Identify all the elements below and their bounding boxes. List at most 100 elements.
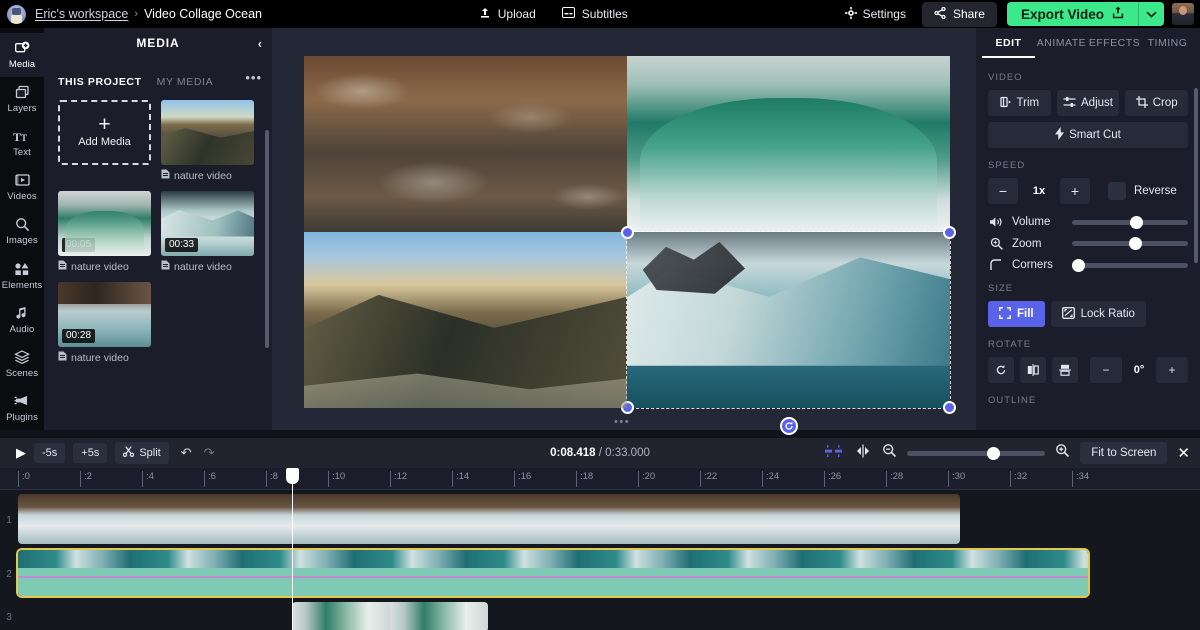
- rotate-increase-button[interactable]: +: [1156, 357, 1188, 383]
- split-button[interactable]: Split: [115, 442, 169, 464]
- corners-slider-track[interactable]: [1072, 258, 1188, 272]
- reverse-checkbox[interactable]: [1108, 182, 1126, 200]
- media-name-row: nature video: [58, 260, 151, 273]
- rail-label-plugins: Plugins: [6, 411, 38, 423]
- snap-markers-icon[interactable]: [824, 444, 844, 463]
- rail-item-scenes[interactable]: Scenes: [0, 342, 44, 386]
- properties-panel-scrollbar[interactable]: [1194, 88, 1198, 263]
- adjust-button[interactable]: Adjust: [1056, 90, 1120, 116]
- flip-horizontal-button[interactable]: [1020, 357, 1046, 383]
- rail-item-audio[interactable]: Audio: [0, 298, 44, 342]
- rail-item-videos[interactable]: Videos: [0, 165, 44, 209]
- redo-button[interactable]: ↷: [204, 445, 215, 461]
- media-name-row: nature video: [58, 351, 151, 364]
- timeline-clip[interactable]: [18, 494, 960, 544]
- properties-panel: EDIT ANIMATE EFFECTS TIMING VIDEO Trim A…: [976, 28, 1200, 430]
- flip-vertical-button[interactable]: [1052, 357, 1078, 383]
- rotate-handle[interactable]: [779, 417, 798, 435]
- back-5s-button[interactable]: -5s: [34, 443, 66, 463]
- snap-toggle-icon[interactable]: [854, 444, 872, 463]
- rail-item-plugins[interactable]: Plugins: [0, 386, 44, 430]
- media-thumbnail[interactable]: 00:28: [58, 282, 151, 347]
- share-button[interactable]: Share: [921, 1, 997, 27]
- playhead-handle[interactable]: [286, 468, 299, 484]
- workspace-avatar[interactable]: [7, 4, 26, 24]
- ruler-tick: :4: [141, 471, 154, 487]
- canvas-clip-bottom-right[interactable]: [627, 232, 950, 408]
- tab-edit[interactable]: EDIT: [982, 37, 1035, 58]
- timeline-zoom-knob[interactable]: [986, 446, 1000, 460]
- trim-button[interactable]: Trim: [988, 90, 1051, 116]
- rail-item-text[interactable]: TT Text: [0, 121, 44, 165]
- timeline-clip-selected[interactable]: [16, 548, 1090, 598]
- ruler-tick: :0: [18, 471, 30, 487]
- smart-cut-button[interactable]: Smart Cut: [988, 122, 1188, 148]
- canvas-clip-bottom-left[interactable]: [304, 232, 627, 408]
- canvas-clip-top-right[interactable]: [627, 56, 950, 232]
- timeline-track-1: 1: [0, 494, 1200, 546]
- rail-label-videos: Videos: [7, 191, 37, 203]
- canvas-clip-top-left[interactable]: [304, 56, 627, 232]
- speed-decrease-button[interactable]: −: [988, 178, 1018, 204]
- rotate-clockwise-button[interactable]: [988, 357, 1014, 383]
- user-avatar[interactable]: [1172, 3, 1194, 25]
- play-button[interactable]: ▶: [16, 445, 26, 461]
- volume-slider-knob[interactable]: [1129, 215, 1143, 229]
- section-label-size: SIZE: [988, 283, 1014, 294]
- undo-button[interactable]: ↶: [181, 445, 192, 461]
- media-panel-more-icon[interactable]: •••: [245, 70, 262, 85]
- preview-stage: •••: [272, 28, 976, 435]
- music-note-icon: [16, 305, 28, 321]
- crop-button[interactable]: Crop: [1125, 90, 1189, 116]
- rail-item-media[interactable]: Media: [0, 33, 44, 78]
- media-thumbnail[interactable]: 00:33: [161, 191, 254, 256]
- media-thumbnail[interactable]: 00:20: [161, 100, 254, 165]
- rotate-decrease-button[interactable]: −: [1090, 357, 1122, 383]
- media-panel-scrollbar[interactable]: [265, 130, 269, 348]
- zoom-out-icon[interactable]: [882, 443, 897, 463]
- media-thumbnail[interactable]: 00:05: [58, 191, 151, 256]
- media-item: 00:33 nature video: [161, 191, 254, 273]
- timeline-clip[interactable]: [292, 602, 488, 630]
- lock-ratio-button[interactable]: Lock Ratio: [1050, 301, 1146, 327]
- tab-effects[interactable]: EFFECTS: [1088, 37, 1141, 58]
- tab-this-project[interactable]: THIS PROJECT: [58, 76, 142, 88]
- tab-my-media[interactable]: MY MEDIA: [157, 76, 214, 88]
- volume-slider-track[interactable]: [1072, 215, 1188, 229]
- fit-to-screen-button[interactable]: Fit to Screen: [1080, 442, 1168, 464]
- add-media-button[interactable]: + Add Media: [58, 100, 151, 165]
- zoom-slider-knob[interactable]: [1128, 237, 1142, 250]
- file-icon: [161, 260, 170, 273]
- timeline-zoom-slider[interactable]: [907, 446, 1046, 460]
- svg-text:T: T: [21, 133, 27, 143]
- zoom-slider-track[interactable]: [1072, 237, 1188, 250]
- rail-item-layers[interactable]: Layers: [0, 77, 44, 121]
- rail-item-images[interactable]: Images: [0, 209, 44, 253]
- settings-button[interactable]: Settings: [844, 6, 906, 22]
- zoom-in-icon[interactable]: [1055, 443, 1070, 463]
- section-label-outline: OUTLINE: [988, 395, 1037, 406]
- close-timeline-icon[interactable]: ✕: [1177, 444, 1190, 462]
- timeline-track-3: 3: [0, 602, 1200, 630]
- collapse-panel-icon[interactable]: ‹: [258, 36, 263, 51]
- forward-5s-button[interactable]: +5s: [73, 443, 108, 463]
- split-label: Split: [139, 447, 161, 459]
- export-video-button[interactable]: Export Video: [1006, 2, 1138, 26]
- settings-label: Settings: [862, 7, 906, 21]
- subtitles-button[interactable]: Subtitles: [561, 7, 628, 21]
- breadcrumb-workspace[interactable]: Eric's workspace: [35, 7, 128, 21]
- timeline-ruler[interactable]: :0:2:4:6:8:10:12:14:16:18:20:22:24:26:28…: [0, 468, 1200, 490]
- export-options-caret[interactable]: [1138, 2, 1164, 26]
- video-canvas[interactable]: [304, 56, 956, 435]
- properties-body: VIDEO Trim Adjust Crop Smart Cut SPEED −…: [976, 58, 1200, 406]
- rail-item-elements[interactable]: Elements: [0, 254, 44, 298]
- stage-resize-grip[interactable]: •••: [614, 416, 630, 428]
- tab-timing[interactable]: TIMING: [1141, 37, 1194, 58]
- upload-button[interactable]: Upload: [479, 7, 536, 22]
- corners-slider-knob[interactable]: [1072, 258, 1085, 272]
- fill-button[interactable]: Fill: [988, 301, 1045, 327]
- speed-increase-button[interactable]: +: [1060, 178, 1090, 204]
- volume-icon: [988, 216, 1004, 228]
- tab-animate[interactable]: ANIMATE: [1035, 37, 1088, 58]
- rotate-angle-stepper: − 0° +: [1090, 357, 1188, 383]
